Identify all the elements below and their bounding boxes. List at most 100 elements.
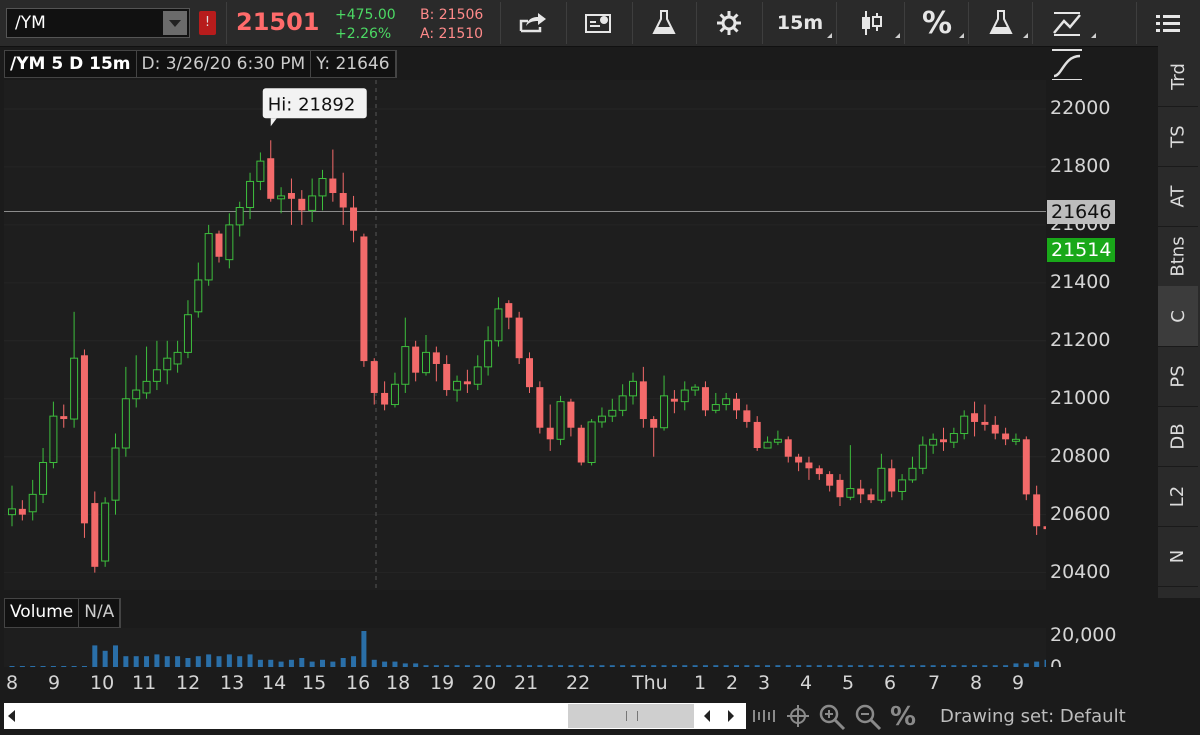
volume-tick-zero: 0 [1050,656,1063,667]
volume-bar [1013,663,1019,667]
candle-body-down [826,474,834,486]
settings-button[interactable] [698,2,760,44]
crosshair-icon [787,705,809,727]
price-tick-label: 21000 [1050,386,1111,409]
sidebar-tab-ps[interactable]: PS [1158,346,1198,407]
right-sidebar: Trd TS AT Btns C PS DB L2 N [1158,46,1200,598]
sidebar-tab-n[interactable]: N [1158,526,1198,587]
high-label: Hi: 21892 [262,88,367,127]
volume-bar [920,665,926,667]
chart-scrollbar[interactable] [4,703,746,729]
volume-chart[interactable] [4,628,1046,667]
sidebar-tab-c[interactable]: C [1158,286,1198,347]
volume-bar [444,665,450,667]
candle-body-down [650,419,658,428]
candle-body-down [784,439,792,457]
time-axis[interactable]: 8 9 10 11 12 13 14 15 16 18 19 20 21 22 Thu 1 2 3 4 5 6 7 8 9 [0,668,1060,700]
volume-bar [278,661,284,667]
volume-bar [320,659,325,667]
scroll-thumb[interactable] [568,704,694,728]
volume-bar [537,665,543,667]
crosshair-button[interactable] [786,704,810,728]
volume-bar [154,654,160,667]
zoom-slider-button[interactable] [750,708,778,724]
scroll-forward-arrow[interactable] [728,710,734,722]
candle-body-up [680,389,689,403]
chart-style-button[interactable] [838,2,904,44]
zoom-in-button[interactable] [818,703,846,731]
time-tick-label: 9 [48,672,61,694]
sidebar-tab-label: DB [1167,422,1189,450]
volume-label: Volume [5,599,80,627]
timeframe-button[interactable]: 15m [764,2,836,44]
info-button[interactable] [568,2,630,44]
candle-body-up [763,441,772,449]
volume-bar [226,654,232,667]
candle-body-up [318,178,327,197]
candle-body-up [556,401,565,440]
volume-bar [713,665,719,667]
percent-view-button[interactable]: % [906,2,968,44]
volume-bar [413,663,419,667]
volume-bar [506,665,512,667]
volume-bar [599,665,605,667]
sidebar-tab-btns[interactable]: Btns [1158,226,1198,287]
volume-bar [796,665,802,667]
flask-icon [989,10,1013,34]
candle-body-down [991,424,999,434]
symbol-selector[interactable]: /YM [6,8,190,38]
candle-body-up [173,351,182,365]
time-tick-label: 16 [346,672,371,694]
studies-menu-button[interactable] [970,2,1032,44]
drawing-tools-icon [1053,12,1081,36]
price-tick-label: 21800 [1050,154,1111,177]
scroll-left-arrow[interactable] [8,710,15,722]
drawings-button[interactable] [1034,2,1100,44]
time-tick-label: 8 [970,672,983,694]
timeframe-label: 15m [776,12,824,34]
candle-body-down [18,508,26,515]
price-chart[interactable]: Hi: 21892 [4,80,1046,590]
candle-body-up [629,380,637,397]
time-tick-label: 3 [758,672,771,694]
volume-bar [485,665,491,667]
time-tick-label: 8 [6,672,19,694]
zoom-out-button[interactable] [854,703,882,731]
volume-bar [775,665,781,667]
volume-bar [765,665,771,667]
chart-studies-toggle[interactable] [1050,48,1084,82]
volume-bar [847,665,853,667]
candle-body-down [857,488,865,495]
candle-body-up [8,508,16,516]
sidebar-tab-at[interactable]: AT [1158,166,1198,227]
percent-label: % [921,5,953,41]
alert-badge[interactable]: ! [199,11,216,35]
candle-body-down [350,207,358,231]
symbol-input[interactable]: /YM [15,13,46,33]
price-tick-label: 20800 [1050,444,1111,467]
volume-bar [113,645,118,667]
sidebar-tab-trd[interactable]: Trd [1158,46,1198,107]
menu-list-icon [1156,15,1180,32]
candle-body-down [701,387,709,411]
menu-button[interactable] [1140,2,1196,44]
volume-bar [475,665,481,667]
zoom-in-icon [819,704,846,731]
scroll-back-arrow[interactable] [704,710,710,722]
volume-bar [30,666,36,667]
percent-zoom-button[interactable]: % [890,702,916,732]
candle-body-down [432,352,440,364]
candle-body-up [390,383,399,406]
chart-symbol-period[interactable]: /YM 5 D 15m [5,51,137,77]
studies-button[interactable] [634,2,694,44]
drawing-set-selector[interactable]: Drawing set: Default [940,706,1126,727]
sidebar-tab-ts[interactable]: TS [1158,106,1198,167]
sidebar-tab-l2[interactable]: L2 [1158,466,1198,527]
share-button[interactable] [502,2,564,44]
symbol-dropdown-button[interactable] [163,11,187,35]
volume-bar [640,665,646,667]
price-axis[interactable]: 20400 20600 20800 21000 21200 21400 21600 21800… [1046,80,1150,590]
candle-body-up [70,357,79,420]
sidebar-tab-db[interactable]: DB [1158,406,1198,467]
candle-body-down [815,468,823,475]
